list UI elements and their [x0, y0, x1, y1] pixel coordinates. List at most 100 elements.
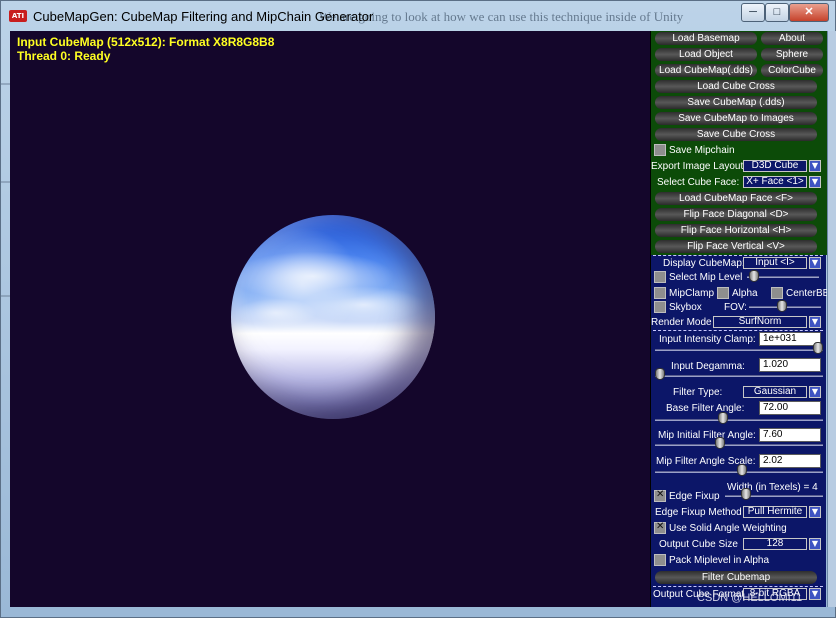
edge-fixup-method-select[interactable]: Pull Hermite — [743, 506, 807, 518]
load-cube-cross-button[interactable]: Load Cube Cross — [655, 80, 817, 93]
filter-type-select[interactable]: Gaussian — [743, 386, 807, 398]
alpha-checkbox[interactable] — [717, 287, 729, 299]
flip-face-horizontal-button[interactable]: Flip Face Horizontal <H> — [655, 224, 817, 237]
base-filter-angle-slider-thumb[interactable] — [718, 412, 729, 424]
filter-cubemap-button[interactable]: Filter Cubemap — [655, 571, 817, 584]
base-filter-angle-label: Base Filter Angle: — [666, 403, 745, 414]
base-filter-angle-slider[interactable] — [655, 419, 823, 421]
mip-initial-filter-angle-field[interactable]: 7.60 — [759, 428, 821, 442]
maximize-button[interactable]: □ — [765, 3, 789, 22]
section-divider — [653, 255, 823, 256]
load-basemap-button[interactable]: Load Basemap — [655, 32, 757, 45]
ati-logo-icon: ATI — [9, 10, 27, 22]
fov-label: FOV: — [724, 302, 747, 313]
alpha-label: Alpha — [732, 288, 758, 299]
chevron-down-icon[interactable]: ▼ — [809, 176, 821, 188]
watermark-text: CSDN @HELLOMI11 — [697, 592, 803, 604]
edge-fixup-width-slider-thumb[interactable] — [740, 488, 751, 500]
chevron-down-icon[interactable]: ▼ — [809, 588, 821, 600]
edge-fixup-width-slider[interactable] — [725, 495, 823, 497]
flip-face-vertical-button[interactable]: Flip Face Vertical <V> — [655, 240, 817, 253]
edge-fixup-label: Edge Fixup — [669, 491, 720, 502]
edge-fixup-method-label: Edge Fixup Method — [655, 507, 742, 518]
render-mode-select[interactable]: SurfNorm — [713, 316, 807, 328]
input-intensity-clamp-label: Input Intensity Clamp: — [659, 334, 756, 345]
mipclamp-label: MipClamp — [669, 288, 715, 299]
mip-filter-angle-scale-slider-thumb[interactable] — [737, 464, 748, 476]
chevron-down-icon[interactable]: ▼ — [809, 160, 821, 172]
sphere-preview[interactable] — [231, 215, 435, 419]
display-cubemap-label: Display CubeMap: — [663, 258, 745, 269]
select-cube-face-select[interactable]: X+ Face <1> — [743, 176, 807, 188]
input-degamma-slider-thumb[interactable] — [655, 368, 665, 380]
minimize-button[interactable]: ─ — [741, 3, 765, 22]
section-divider — [653, 330, 823, 331]
title-bar[interactable]: ATI We are going to look at how we can u… — [1, 1, 835, 31]
display-cubemap-select[interactable]: Input <I> — [743, 257, 807, 269]
close-icon: ✕ — [804, 6, 814, 18]
vertical-scrollbar[interactable] — [827, 31, 836, 607]
input-degamma-label: Input Degamma: — [671, 361, 745, 372]
mip-initial-filter-angle-slider-thumb[interactable] — [715, 437, 726, 449]
app-window: ATI We are going to look at how we can u… — [0, 0, 836, 618]
filter-type-label: Filter Type: — [673, 387, 723, 398]
edge-fixup-checkbox[interactable] — [654, 489, 666, 502]
flip-face-diagonal-button[interactable]: Flip Face Diagonal <D> — [655, 208, 817, 221]
output-cube-size-select[interactable]: 128 — [743, 538, 807, 550]
load-cubemap-dds-button[interactable]: Load CubeMap(.dds) — [655, 64, 757, 77]
select-mip-level-label: Select Mip Level — [669, 272, 743, 283]
about-button[interactable]: About — [761, 32, 823, 45]
chevron-down-icon[interactable]: ▼ — [809, 316, 821, 328]
base-filter-angle-field[interactable]: 72.00 — [759, 401, 821, 415]
background-window-edge — [1, 181, 10, 183]
mip-level-slider-thumb[interactable] — [749, 270, 759, 282]
maximize-icon: □ — [773, 6, 781, 18]
select-cube-face-label: Select Cube Face: — [657, 177, 740, 188]
input-intensity-clamp-slider-thumb[interactable] — [813, 342, 823, 354]
sphere-button[interactable]: Sphere — [761, 48, 823, 61]
mip-initial-filter-angle-slider[interactable] — [655, 444, 823, 446]
load-object-button[interactable]: Load Object — [655, 48, 757, 61]
save-cubemap-images-button[interactable]: Save CubeMap to Images — [655, 112, 817, 125]
export-layout-select[interactable]: D3D Cube — [743, 160, 807, 172]
centerbb-checkbox[interactable] — [771, 287, 783, 299]
window-title: CubeMapGen: CubeMap Filtering and MipCha… — [33, 9, 374, 24]
input-intensity-clamp-field[interactable]: 1e+031 — [759, 332, 821, 346]
use-solid-angle-label: Use Solid Angle Weighting — [669, 523, 787, 534]
minimize-icon: ─ — [749, 6, 757, 18]
input-intensity-clamp-slider[interactable] — [655, 349, 823, 351]
thread-status: Thread 0: Ready — [17, 49, 111, 63]
use-solid-angle-checkbox[interactable] — [654, 521, 666, 534]
control-panel: Load Basemap About Load Object Sphere Lo… — [650, 31, 830, 607]
save-mipchain-label: Save Mipchain — [669, 145, 735, 156]
background-window-edge — [1, 83, 10, 85]
section-divider — [653, 586, 823, 587]
pack-miplevel-alpha-label: Pack Miplevel in Alpha — [669, 555, 770, 566]
chevron-down-icon[interactable]: ▼ — [809, 538, 821, 550]
background-window-title: We are going to look at how we can use t… — [319, 9, 684, 24]
save-cube-cross-button[interactable]: Save Cube Cross — [655, 128, 817, 141]
input-cubemap-status: Input CubeMap (512x512): Format X8R8G8B8 — [17, 35, 275, 49]
select-mip-level-checkbox[interactable] — [654, 271, 666, 283]
chevron-down-icon[interactable]: ▼ — [809, 257, 821, 269]
mip-initial-filter-angle-label: Mip Initial Filter Angle: — [658, 430, 756, 441]
save-mipchain-checkbox[interactable] — [654, 144, 666, 156]
close-button[interactable]: ✕ — [789, 3, 829, 22]
save-cubemap-dds-button[interactable]: Save CubeMap (.dds) — [655, 96, 817, 109]
skybox-checkbox[interactable] — [654, 301, 666, 313]
input-degamma-field[interactable]: 1.020 — [759, 358, 821, 372]
chevron-down-icon[interactable]: ▼ — [809, 506, 821, 518]
cubemap-viewport[interactable]: Input CubeMap (512x512): Format X8R8G8B8… — [10, 31, 650, 607]
fov-slider-thumb[interactable] — [776, 300, 787, 312]
skybox-label: Skybox — [669, 302, 702, 313]
export-layout-label: Export Image Layout: — [651, 161, 747, 172]
colorcube-button[interactable]: ColorCube — [761, 64, 823, 77]
centerbb-label: CenterBB — [786, 288, 830, 299]
input-degamma-slider[interactable] — [655, 375, 823, 377]
output-cube-size-label: Output Cube Size — [659, 539, 738, 550]
mipclamp-checkbox[interactable] — [654, 287, 666, 299]
chevron-down-icon[interactable]: ▼ — [809, 386, 821, 398]
load-cubemap-face-button[interactable]: Load CubeMap Face <F> — [655, 192, 817, 205]
mip-filter-angle-scale-field[interactable]: 2.02 — [759, 454, 821, 468]
pack-miplevel-alpha-checkbox[interactable] — [654, 554, 666, 566]
